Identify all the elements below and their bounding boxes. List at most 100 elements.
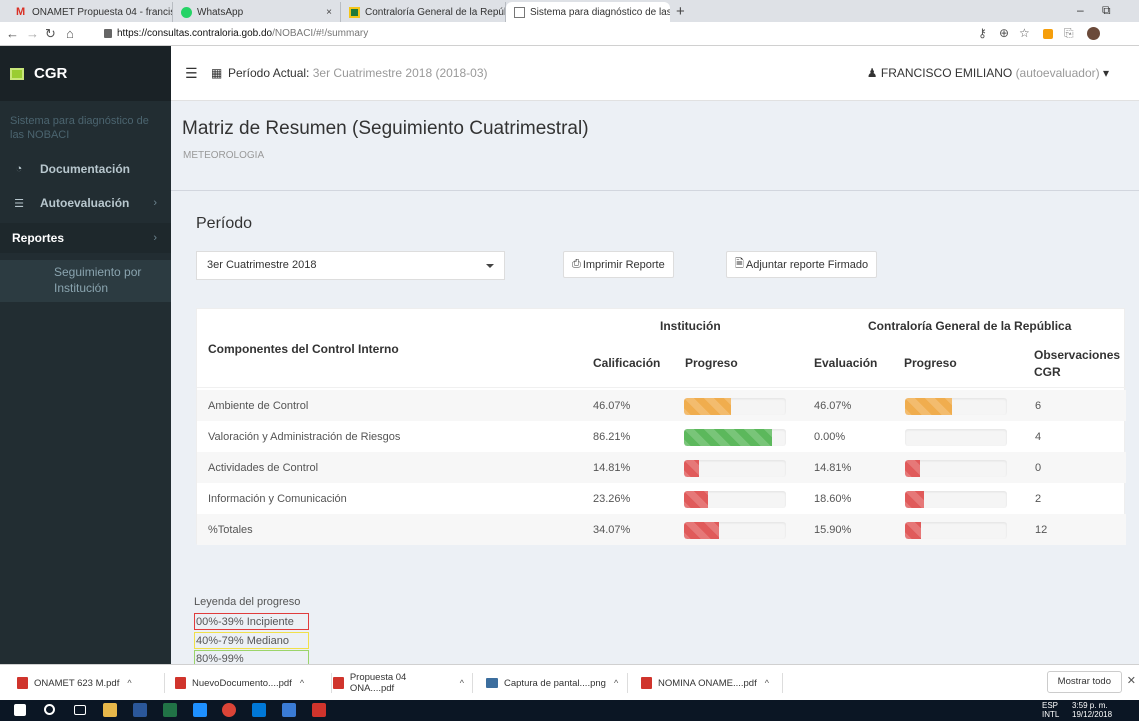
table-row: Valoración y Administración de Riesgos 86… bbox=[197, 421, 1126, 452]
page-title: Matriz de Resumen (Seguimiento Cuatrimes… bbox=[182, 118, 589, 139]
file-explorer-icon[interactable] bbox=[103, 703, 117, 717]
windows-start-icon[interactable] bbox=[14, 704, 26, 716]
forward-icon[interactable]: → bbox=[26, 26, 39, 41]
home-icon[interactable]: ⌂ bbox=[66, 26, 74, 41]
chevron-up-icon[interactable]: ^ bbox=[127, 678, 131, 688]
star-icon[interactable]: ☆ bbox=[1019, 26, 1030, 40]
file-icon: 🗎 bbox=[735, 258, 744, 270]
tab-title: Sistema para diagnóstico de las N bbox=[530, 6, 670, 18]
calendar-icon: ▦ bbox=[211, 66, 223, 80]
app-icon[interactable] bbox=[252, 703, 266, 717]
reload-icon[interactable]: ↻ bbox=[45, 26, 56, 42]
component-name: %Totales bbox=[208, 524, 253, 536]
attach-report-button[interactable]: 🗎 Adjuntar reporte Firmado bbox=[726, 251, 878, 278]
summary-table: Componentes del Control Interno Instituc… bbox=[196, 308, 1126, 545]
cgr-progress-bar bbox=[905, 522, 1007, 539]
download-item[interactable]: Captura de pantal....png ^ bbox=[486, 673, 628, 693]
whatsapp-icon bbox=[181, 6, 192, 18]
calificacion-value: 34.07% bbox=[593, 524, 631, 536]
download-name: ONAMET 623 M.pdf bbox=[34, 677, 120, 689]
table-row: Ambiente de Control 46.07% 46.07% 6 bbox=[197, 390, 1126, 421]
observaciones-value: 4 bbox=[1035, 431, 1042, 443]
clock[interactable]: 3:59 p. m. 19/12/2018 bbox=[1072, 701, 1112, 719]
chevron-right-icon: › bbox=[153, 197, 157, 209]
brand[interactable]: CGR bbox=[0, 46, 171, 101]
chevron-right-icon: › bbox=[153, 232, 157, 244]
document-icon bbox=[514, 6, 525, 18]
progress-fill bbox=[684, 460, 700, 477]
user-menu[interactable]: ♟ FRANCISCO EMILIANO (autoevaluador) ▾ bbox=[867, 66, 1109, 80]
pdf-icon bbox=[333, 677, 344, 689]
component-name: Ambiente de Control bbox=[208, 400, 309, 412]
table-divider bbox=[197, 387, 1126, 388]
printer-icon: ⎙ bbox=[572, 258, 581, 270]
divider bbox=[171, 190, 1139, 191]
app-icon[interactable] bbox=[282, 703, 296, 717]
browser-tab-nobaci[interactable]: Sistema para diagnóstico de las N × bbox=[506, 2, 670, 22]
chevron-up-icon[interactable]: ^ bbox=[614, 678, 618, 688]
sidebar-item-label: Autoevaluación bbox=[40, 196, 130, 210]
component-name: Valoración y Administración de Riesgos bbox=[208, 431, 401, 443]
extension-icon[interactable] bbox=[1043, 29, 1053, 39]
image-icon bbox=[486, 678, 498, 688]
download-item[interactable]: NuevoDocumento....pdf ^ bbox=[175, 673, 332, 693]
word-icon[interactable] bbox=[133, 703, 147, 717]
sidebar-item-reportes[interactable]: Reportes › bbox=[0, 223, 171, 253]
period-heading: Período bbox=[196, 215, 253, 232]
cgr-progress-bar bbox=[905, 491, 1007, 508]
browser-tab-gmail[interactable]: M ONAMET Propuesta 04 - francisc × bbox=[8, 2, 173, 22]
caret-down-icon: ▾ bbox=[1102, 66, 1109, 80]
chevron-up-icon[interactable]: ^ bbox=[300, 678, 304, 688]
key-icon[interactable]: ⚷ bbox=[978, 26, 987, 40]
chevron-up-icon[interactable]: ^ bbox=[460, 678, 464, 688]
edge-icon[interactable] bbox=[193, 703, 207, 717]
sidebar-item-autoevaluacion[interactable]: ☰ Autoevaluación › bbox=[0, 188, 171, 218]
sidebar-subitem-seguimiento[interactable]: Seguimiento por Institución bbox=[0, 260, 171, 302]
calificacion-value: 86.21% bbox=[593, 431, 631, 443]
new-tab-button[interactable]: + bbox=[676, 3, 685, 20]
task-view-icon[interactable] bbox=[74, 705, 86, 715]
language-indicator[interactable]: ESP INTL bbox=[1042, 701, 1059, 719]
evaluacion-value: 14.81% bbox=[814, 462, 852, 474]
period-select[interactable]: 3er Cuatrimestre 2018 bbox=[196, 251, 505, 280]
zoom-icon[interactable]: ⊕ bbox=[999, 26, 1009, 40]
download-item[interactable]: NOMINA ONAME....pdf ^ bbox=[641, 673, 783, 693]
excel-icon[interactable] bbox=[163, 703, 177, 717]
evaluacion-value: 46.07% bbox=[814, 400, 852, 412]
back-icon[interactable]: ← bbox=[6, 26, 19, 41]
sidebar-item-documentacion[interactable]: ◔ Documentación bbox=[0, 154, 171, 184]
contraloria-icon bbox=[349, 6, 360, 18]
maximize-button[interactable]: ⧉ bbox=[1102, 3, 1111, 18]
download-name: Propuesta 04 ONA....pdf bbox=[349, 672, 407, 694]
search-icon[interactable] bbox=[44, 704, 55, 715]
button-label: Adjuntar reporte Firmado bbox=[745, 258, 869, 271]
minimize-button[interactable]: – bbox=[1077, 3, 1084, 17]
url-field[interactable]: https://consultas.contraloria.gob.do/NOB… bbox=[117, 28, 368, 39]
current-period: Período Actual: 3er Cuatrimestre 2018 (2… bbox=[228, 66, 488, 80]
hamburger-icon[interactable]: ☰ bbox=[185, 65, 198, 82]
pdf-icon bbox=[641, 677, 652, 689]
extension-icon[interactable]: ⎘ bbox=[1064, 26, 1074, 41]
browser-tab-whatsapp[interactable]: WhatsApp × bbox=[173, 2, 341, 22]
profile-avatar[interactable] bbox=[1087, 27, 1100, 40]
header-progreso-cgr: Progreso bbox=[904, 356, 957, 370]
print-report-button[interactable]: ⎙ Imprimir Reporte bbox=[563, 251, 674, 278]
tab-title: ONAMET Propuesta 04 - francisc bbox=[32, 6, 173, 18]
show-all-button[interactable]: Mostrar todo bbox=[1046, 671, 1122, 693]
download-item[interactable]: Propuesta 04 ONA....pdf ^ bbox=[333, 672, 473, 694]
close-icon[interactable]: ✕ bbox=[1127, 674, 1136, 687]
download-name: NuevoDocumento....pdf bbox=[192, 677, 292, 689]
legend-incipiente: 00%-39% Incipiente bbox=[194, 613, 309, 630]
evaluacion-value: 18.60% bbox=[814, 493, 852, 505]
pdf-reader-icon[interactable] bbox=[312, 703, 326, 717]
chevron-up-icon[interactable]: ^ bbox=[765, 678, 769, 688]
download-item[interactable]: ONAMET 623 M.pdf ^ bbox=[17, 673, 165, 693]
header-progreso: Progreso bbox=[685, 356, 738, 370]
pdf-icon bbox=[175, 677, 186, 689]
chrome-icon[interactable] bbox=[222, 703, 236, 717]
table-row: Actividades de Control 14.81% 14.81% 0 bbox=[197, 452, 1126, 483]
browser-tab-strip: M ONAMET Propuesta 04 - francisc × Whats… bbox=[0, 0, 1139, 22]
browser-tab-contraloria[interactable]: Contraloría General de la Repúbl × bbox=[341, 2, 506, 22]
tab-close-icon[interactable]: × bbox=[320, 7, 332, 18]
lock-icon bbox=[104, 29, 112, 38]
